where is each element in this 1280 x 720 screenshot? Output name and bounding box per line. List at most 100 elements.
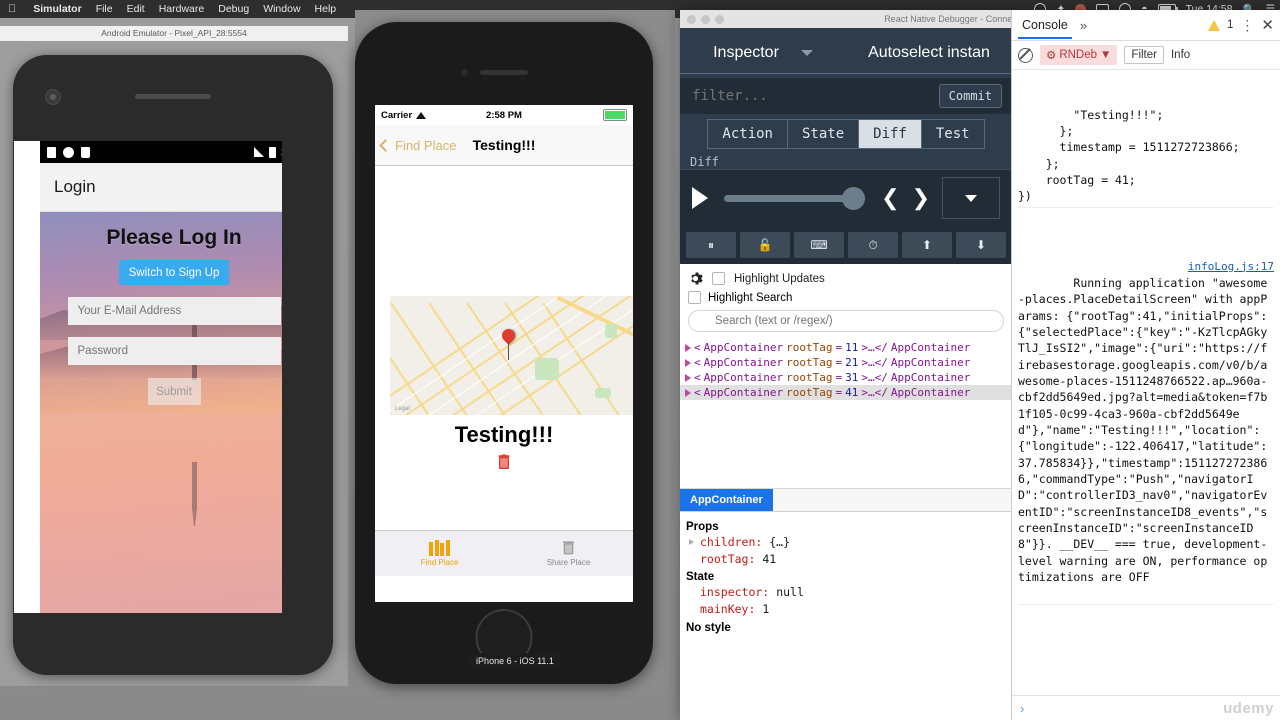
player-dropdown-button[interactable] <box>942 177 1000 219</box>
tree-tag: AppContainer <box>703 386 784 399</box>
instance-selector[interactable]: Autoselect instan <box>846 33 1012 74</box>
menu-item-file[interactable]: File <box>89 3 120 15</box>
menu-item-window[interactable]: Window <box>256 3 307 15</box>
ios-statusbar: Carrier 2:58 PM <box>375 105 633 125</box>
close-icon[interactable]: ✕ <box>1261 16 1274 34</box>
kebab-menu-icon[interactable]: ⋮ <box>1240 18 1254 32</box>
context-selector[interactable]: ⚙ RNDeb ▼ <box>1040 45 1118 65</box>
chevron-left-icon[interactable]: ❮ <box>881 187 899 209</box>
clear-console-icon[interactable] <box>1018 47 1033 63</box>
context-label: RNDeb <box>1059 49 1098 61</box>
expand-triangle-icon[interactable] <box>685 388 691 397</box>
gear-icon: ⚙ <box>1046 50 1057 62</box>
menu-item-simulator[interactable]: Simulator <box>26 3 88 15</box>
console-entry: infoLog.js:17 Running application "aweso… <box>1018 240 1274 605</box>
tree-closetag: AppContainer <box>890 386 971 399</box>
login-heading: Please Log In <box>106 226 242 249</box>
menu-item-edit[interactable]: Edit <box>120 3 152 15</box>
console-entry-source[interactable]: infoLog.js:17 <box>1188 259 1274 275</box>
submit-button[interactable]: Submit <box>147 378 201 405</box>
no-timer-icon[interactable]: ⏱ <box>848 232 898 258</box>
android-signal-icon <box>253 147 264 157</box>
delete-place-button[interactable] <box>498 454 510 470</box>
android-status-right-icons: 1:58 <box>253 146 282 158</box>
tree-row[interactable]: < AppContainer rootTag = 31 >…</AppContainer <box>680 370 1012 385</box>
prop-key: rootTag: <box>700 551 756 566</box>
redux-devtools-pane: Inspector Autoselect instan Commit Actio… <box>680 28 1012 720</box>
inspector-tab-appcontainer[interactable]: AppContainer <box>680 489 773 511</box>
expand-triangle-icon[interactable] <box>685 358 691 367</box>
android-status-time: 1:58 <box>281 146 282 158</box>
upload-icon[interactable]: ⬆ <box>902 232 952 258</box>
map-marker-stem <box>508 342 509 360</box>
state-mainkey[interactable]: mainKey: 1 <box>686 601 1006 618</box>
chevrons-right-icon[interactable]: » <box>1080 18 1087 33</box>
play-icon[interactable] <box>692 187 708 209</box>
inspector-monitor-selector[interactable]: Inspector <box>680 33 846 74</box>
android-emulator-body: 1:58 Login Please Log In <box>0 41 348 686</box>
apple-logo-icon[interactable]:  <box>8 3 16 15</box>
map-legal-label[interactable]: Legal <box>395 406 410 412</box>
tab-share-place[interactable]: Share Place <box>504 531 633 576</box>
tree-attr: rootTag <box>786 356 833 369</box>
prop-roottag[interactable]: rootTag: 41 <box>686 551 1006 568</box>
menu-item-debug[interactable]: Debug <box>211 3 256 15</box>
android-phone-frame: 1:58 Login Please Log In <box>13 55 333 675</box>
expand-triangle-icon[interactable] <box>685 373 691 382</box>
tree-value: 31 <box>845 371 859 384</box>
highlight-search-label: Highlight Search <box>708 291 793 304</box>
chevron-right-icon[interactable]: ❯ <box>912 187 930 209</box>
console-filter-input[interactable]: Filter <box>1124 46 1164 64</box>
tree-value: 41 <box>845 386 859 399</box>
state-key: mainKey: <box>700 602 756 617</box>
gear-icon[interactable] <box>688 271 703 286</box>
menu-item-hardware[interactable]: Hardware <box>152 3 212 15</box>
tab-action[interactable]: Action <box>707 119 788 149</box>
download-icon[interactable]: ⬇ <box>956 232 1006 258</box>
switch-to-signup-button[interactable]: Switch to Sign Up <box>119 260 229 285</box>
android-screen: 1:58 Login Please Log In <box>14 141 282 613</box>
caret-down-icon: ▼ <box>1100 49 1112 61</box>
tab-console[interactable]: Console <box>1018 12 1072 39</box>
password-field[interactable] <box>67 337 281 365</box>
ios-tab-bar: Find Place Share Place <box>375 530 633 576</box>
expand-triangle-icon[interactable] <box>685 343 691 352</box>
component-search-input[interactable] <box>688 310 1004 332</box>
prop-children[interactable]: children: {…} <box>686 534 1006 551</box>
tree-row[interactable]: < AppContainer rootTag = 41 >…</AppContainer <box>680 385 1012 400</box>
menu-item-help[interactable]: Help <box>308 3 344 15</box>
tab-diff[interactable]: Diff <box>859 119 922 149</box>
highlight-search-checkbox[interactable] <box>688 291 701 304</box>
ios-navigation-bar: Find Place Testing!!! <box>375 125 633 166</box>
lock-icon[interactable]: 🔓 <box>740 232 790 258</box>
tree-attr: rootTag <box>786 341 833 354</box>
tree-closetag: AppContainer <box>890 371 971 384</box>
android-login-screen: Please Log In Switch to Sign Up Submit <box>40 212 282 613</box>
highlight-updates-checkbox[interactable] <box>712 272 725 285</box>
tab-share-place-label: Share Place <box>546 558 591 567</box>
background-water-reflection <box>40 412 282 613</box>
log-level-selector[interactable]: Info <box>1171 49 1190 61</box>
timeline-slider-handle[interactable] <box>842 186 866 210</box>
console-output[interactable]: "Testing!!!"; }; timestamp = 15112727238… <box>1012 70 1280 695</box>
console-prompt-caret: › <box>1020 700 1025 716</box>
tree-value: 21 <box>845 356 859 369</box>
ios-nav-title: Testing!!! <box>472 137 536 153</box>
tab-test[interactable]: Test <box>921 119 985 149</box>
email-field[interactable] <box>67 297 281 325</box>
console-entry-text: Running application "awesome-places.Plac… <box>1018 275 1268 584</box>
place-map[interactable]: Legal <box>390 296 633 415</box>
tab-find-place[interactable]: Find Place <box>375 531 504 576</box>
tree-row[interactable]: < AppContainer rootTag = 11 >…</AppContainer <box>680 340 1012 355</box>
tree-row[interactable]: < AppContainer rootTag = 21 >…</AppContainer <box>680 355 1012 370</box>
state-inspector[interactable]: inspector: null <box>686 584 1006 601</box>
timeline-slider[interactable] <box>724 186 866 210</box>
highlight-updates-label: Highlight Updates <box>734 272 825 285</box>
commit-button[interactable]: Commit <box>938 84 1002 108</box>
react-devtools-pane: Highlight Updates Highlight Search <AppC <box>680 264 1012 640</box>
redux-filter-input[interactable] <box>690 87 931 105</box>
tab-state[interactable]: State <box>787 119 860 149</box>
state-heading: State <box>686 571 715 584</box>
keyboard-icon[interactable]: ⌨ <box>794 232 844 258</box>
pause-icon[interactable]: ⏸ <box>686 232 736 258</box>
